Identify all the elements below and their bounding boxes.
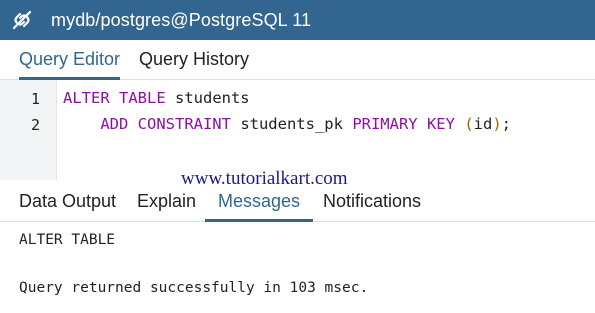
- editor-tab-bar: Query Editor Query History: [0, 40, 595, 80]
- sql-paren: (: [464, 115, 474, 133]
- code-line[interactable]: ADD CONSTRAINT students_pk PRIMARY KEY (…: [63, 115, 511, 133]
- messages-panel: ALTER TABLE Query returned successfully …: [0, 222, 595, 313]
- query-tool-titlebar: mydb/postgres@PostgreSQL 11: [0, 0, 595, 40]
- tab-label: Notifications: [323, 191, 422, 211]
- line-number: 2: [30, 116, 40, 134]
- connection-link-icon[interactable]: [8, 6, 36, 34]
- tab-label: Query History: [139, 49, 250, 69]
- line-number: 1: [30, 90, 40, 108]
- tab-label: Messages: [218, 191, 301, 211]
- line-number-gutter: 1 2: [0, 80, 57, 180]
- connection-title: mydb/postgres@PostgreSQL 11: [51, 9, 312, 30]
- tab-label: Query Editor: [19, 49, 121, 69]
- watermark-text: www.tutorialkart.com: [181, 168, 348, 189]
- sql-keyword: ADD CONSTRAINT: [63, 115, 231, 133]
- tab-data-output[interactable]: Data Output: [19, 182, 116, 222]
- sql-identifier: students: [165, 89, 250, 107]
- tab-label: Data Output: [19, 191, 117, 211]
- sql-identifier: id: [473, 115, 493, 133]
- tab-query-history[interactable]: Query History: [139, 40, 249, 80]
- sql-paren: ): [492, 115, 502, 133]
- sql-keyword: PRIMARY KEY: [352, 115, 455, 133]
- message-line: ALTER TABLE: [19, 232, 116, 248]
- sql-keyword: ALTER TABLE: [63, 89, 166, 107]
- tab-query-editor[interactable]: Query Editor: [19, 40, 121, 80]
- sql-editor[interactable]: 1 2 ALTER TABLE students ADD CONSTRAINT …: [0, 80, 595, 180]
- sql-text: ;: [501, 115, 512, 133]
- message-line: Query returned successfully in 103 msec.: [19, 280, 369, 296]
- tab-label: Explain: [137, 191, 197, 211]
- sql-identifier: students_pk: [230, 115, 353, 133]
- code-line[interactable]: ALTER TABLE students: [63, 89, 250, 107]
